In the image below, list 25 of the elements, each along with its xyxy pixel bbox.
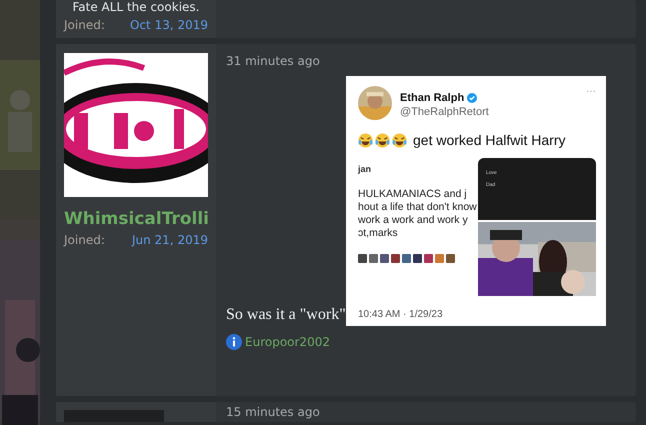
quoted-text-line: hout a life that don't know (358, 201, 478, 214)
tweet-author: Ethan Ralph (400, 92, 464, 104)
joined-label: Joined: (64, 233, 105, 247)
quoted-text-line: ɔt,marks (358, 227, 399, 240)
tweet-text: get worked Halfwit Harry (413, 132, 566, 148)
quoted-text-line: work a work and work y (358, 214, 469, 227)
joined-date: Jun 21, 2019 (132, 233, 208, 247)
quoted-text-line: HULKAMANIACS and j (358, 188, 468, 201)
joined-label: Joined: (64, 18, 105, 32)
joined-date: Oct 13, 2019 (130, 18, 208, 32)
post-message: So was it a "work" (226, 306, 346, 325)
tweet-timestamp: 10:43 AM · 1/29/23 (358, 309, 444, 320)
info-icon (226, 334, 242, 350)
post-time: 31 minutes ago (226, 54, 321, 68)
reaction-user-link[interactable]: Europoor2002 (245, 335, 330, 349)
signature-text: Fate ALL the cookies. (72, 0, 200, 14)
more-menu[interactable]: ··· (586, 86, 596, 97)
tweet-handle: @TheRalphRetort (400, 106, 490, 118)
username-link[interactable]: WhimsicalTrolli (64, 209, 208, 229)
post-time: 15 minutes ago (226, 405, 321, 419)
laughing-emoji-icon (392, 132, 407, 148)
quoted-author: jan (358, 164, 372, 174)
laughing-emoji-icon (375, 132, 390, 148)
laughing-emoji-icon (358, 132, 373, 148)
verified-icon (467, 93, 478, 103)
